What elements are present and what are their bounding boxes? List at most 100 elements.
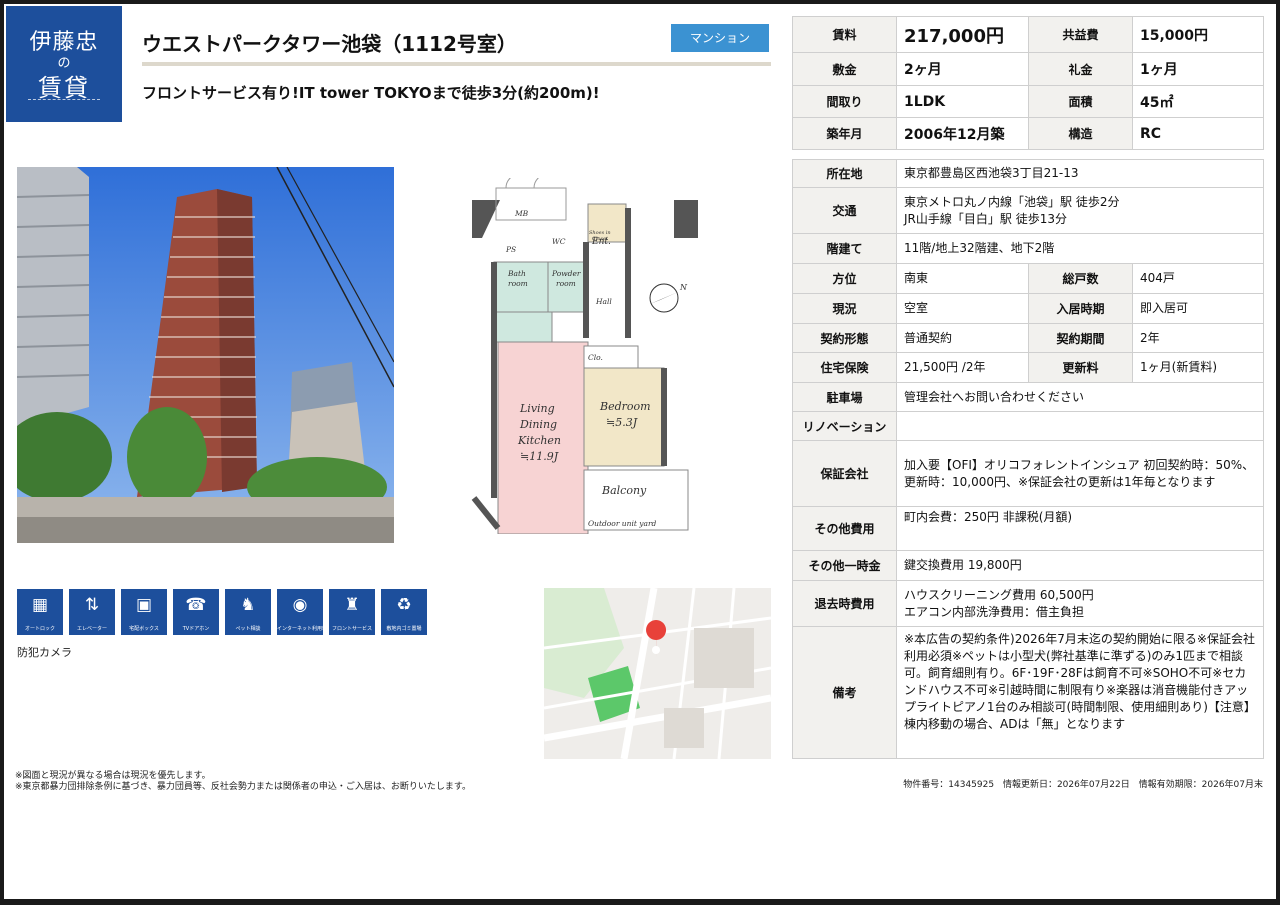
- amenity-icons: ▦ オートロック ⇅ エレベーター ▣ 宅配ボックス ☎ TVドアホン ♞ ペット相談 ◉…: [17, 589, 433, 635]
- access-line1: 東京メトロ丸ノ内線「池袋」駅 徒歩2分: [904, 194, 1120, 209]
- internet-icon: ◉インターネット利用料無料: [277, 589, 323, 635]
- property-title: ウエストパークタワー池袋（1112号室）: [142, 32, 517, 56]
- location-map[interactable]: [544, 588, 771, 759]
- units-value: 404戸: [1132, 263, 1264, 294]
- fp-hall-label: Hall: [595, 297, 612, 306]
- rent-label: 賃料: [792, 16, 897, 53]
- access-line2: JR山手線「目白」駅 徒歩13分: [904, 211, 1067, 226]
- movein-value: 即入居可: [1132, 293, 1264, 324]
- note-line2: ※東京都暴力団排除条例に基づき、暴力団員等、反社会勢力または関係者の申込・ご入居…: [15, 782, 472, 792]
- listing-footer: 物件番号：14345925 情報更新日：2026年07月22日 情報有効期限：2…: [903, 777, 1263, 790]
- access-value: 東京メトロ丸ノ内線「池袋」駅 徒歩2分 JR山手線「目白」駅 徒歩13分: [896, 187, 1264, 234]
- brand-line3: 賃貸: [38, 74, 90, 102]
- floor-plan: MB PS WC Ent. Shoes in Closet Bath room …: [468, 173, 700, 535]
- fp-bath-room-label: room: [508, 279, 528, 288]
- compass-icon: N: [649, 283, 688, 313]
- structure-value: RC: [1132, 117, 1264, 150]
- other-fee-value: 町内会費：250円 非課税(月額): [896, 506, 1264, 551]
- remarks-label: 備考: [792, 626, 897, 759]
- disclaimer-notes: ※図面と現況が異なる場合は現況を優先します。 ※東京都暴力団排除条例に基づき、暴…: [15, 771, 471, 793]
- area-value: 45㎡: [1132, 85, 1264, 118]
- fp-outdoor-label: Outdoor unit yard: [588, 519, 657, 528]
- deposit-value: 2ヶ月: [896, 52, 1029, 86]
- elevator-icon: ⇅ エレベーター: [69, 589, 115, 635]
- period-value: 2年: [1132, 323, 1264, 353]
- fp-dining-label: Dining: [519, 418, 557, 431]
- fp-living-label: Living: [519, 402, 555, 415]
- floor-value: 11階/地上32階建、地下2階: [896, 233, 1264, 264]
- logo-divider: [28, 99, 100, 100]
- onetime-label: その他一時金: [792, 550, 897, 581]
- fp-bed-size: ≒5.3J: [606, 416, 638, 429]
- rent-value: 217,000円: [896, 16, 1029, 53]
- fp-mb-label: MB: [514, 209, 529, 218]
- insurance-label: 住宅保険: [792, 352, 897, 383]
- valid-until: 情報有効期限：2026年07月末: [1138, 780, 1263, 790]
- renewal-label: 更新料: [1028, 352, 1133, 383]
- fp-wc-label: WC: [552, 237, 566, 246]
- fp-clo-label: Clo.: [588, 353, 603, 362]
- svg-text:N: N: [679, 283, 688, 292]
- structure-label: 構造: [1028, 117, 1133, 150]
- fp-closet-label: Closet: [592, 236, 609, 242]
- contract-label: 契約形態: [792, 323, 897, 353]
- deposit-label: 敷金: [792, 52, 897, 86]
- period-label: 契約期間: [1028, 323, 1133, 353]
- pet-icon: ♞ ペット相談: [225, 589, 271, 635]
- renovation-value: [896, 411, 1264, 441]
- title-divider: [142, 62, 771, 66]
- fp-bedroom-label: Bedroom: [599, 400, 651, 413]
- floor-label: 階建て: [792, 233, 897, 264]
- auto-lock-icon: ▦ オートロック: [17, 589, 63, 635]
- layout-value: 1LDK: [896, 85, 1029, 118]
- moveout-line1: ハウスクリーニング費用 60,500円: [904, 587, 1094, 602]
- brand-logo[interactable]: 伊藤忠 の 賃貸: [6, 6, 122, 122]
- property-catchcopy: フロントサービス有り!IT tower TOKYOまで徒歩3分(約200m)!: [142, 84, 600, 102]
- fp-ps-label: PS: [505, 245, 516, 254]
- onetime-value: 鍵交換費用 19,800円: [896, 550, 1264, 581]
- parking-value: 管理会社へお問い合わせください: [896, 382, 1264, 412]
- guarantor-value: 加入要【OFI】オリコフォレントインシュア 初回契約時：50%、更新時：10,0…: [896, 440, 1264, 507]
- details-table: 所在地 東京都豊島区西池袋3丁目21-13 交通 東京メトロ丸ノ内線「池袋」駅 …: [792, 159, 1264, 759]
- movein-label: 入居時期: [1028, 293, 1133, 324]
- remarks-value: ※本広告の契約条件)2026年7月末迄の契約開始に限る※保証会社利用必須※ペット…: [896, 626, 1264, 759]
- access-label: 交通: [792, 187, 897, 234]
- fp-powder-room-label: room: [556, 279, 576, 288]
- status-label: 現況: [792, 293, 897, 324]
- layout-label: 間取り: [792, 85, 897, 118]
- renovation-label: リノベーション: [792, 411, 897, 441]
- front-service-icon: ♜ フロントサービス: [329, 589, 375, 635]
- moveout-line2: エアコン内部洗浄費用：借主負担: [904, 604, 1085, 619]
- insurance-value: 21,500円 /2年: [896, 352, 1029, 383]
- fp-powder-label: Powder: [551, 269, 581, 278]
- built-label: 築年月: [792, 117, 897, 150]
- fp-ldk-size: ≒11.9J: [520, 450, 559, 463]
- price-table: 賃料 217,000円 共益費 15,000円 敷金 2ヶ月 礼金 1ヶ月 間取…: [792, 16, 1264, 150]
- units-label: 総戸数: [1028, 263, 1133, 294]
- common-fee-label: 共益費: [1028, 16, 1133, 53]
- guarantor-label: 保証会社: [792, 440, 897, 507]
- status-value: 空室: [896, 293, 1029, 324]
- fp-balcony-label: Balcony: [601, 484, 647, 497]
- other-fee-label: その他費用: [792, 506, 897, 551]
- renewal-value: 1ヶ月(新賃料): [1132, 352, 1264, 383]
- key-money-value: 1ヶ月: [1132, 52, 1264, 86]
- delivery-box-icon: ▣ 宅配ボックス: [121, 589, 167, 635]
- note-line1: ※図面と現況が異なる場合は現況を優先します。: [15, 771, 211, 781]
- property-id: 物件番号：14345925: [903, 780, 995, 790]
- address-value: 東京都豊島区西池袋3丁目21-13: [896, 159, 1264, 188]
- updated-date: 情報更新日：2026年07月22日: [1002, 780, 1130, 790]
- direction-label: 方位: [792, 263, 897, 294]
- fp-kitchen-label: Kitchen: [517, 434, 561, 447]
- contract-value: 普通契約: [896, 323, 1029, 353]
- built-value: 2006年12月築: [896, 117, 1029, 150]
- moveout-label: 退去時費用: [792, 580, 897, 627]
- building-photo: [17, 167, 394, 543]
- tv-intercom-icon: ☎ TVドアホン: [173, 589, 219, 635]
- fp-bath-label: Bath: [507, 269, 526, 278]
- listing-page: 伊藤忠 の 賃貸 ウエストパークタワー池袋（1112号室） マンション フロント…: [4, 4, 1276, 899]
- property-type-badge: マンション: [671, 24, 769, 52]
- parking-label: 駐車場: [792, 382, 897, 412]
- common-fee-value: 15,000円: [1132, 16, 1264, 53]
- security-text: 防犯カメラ: [17, 646, 72, 659]
